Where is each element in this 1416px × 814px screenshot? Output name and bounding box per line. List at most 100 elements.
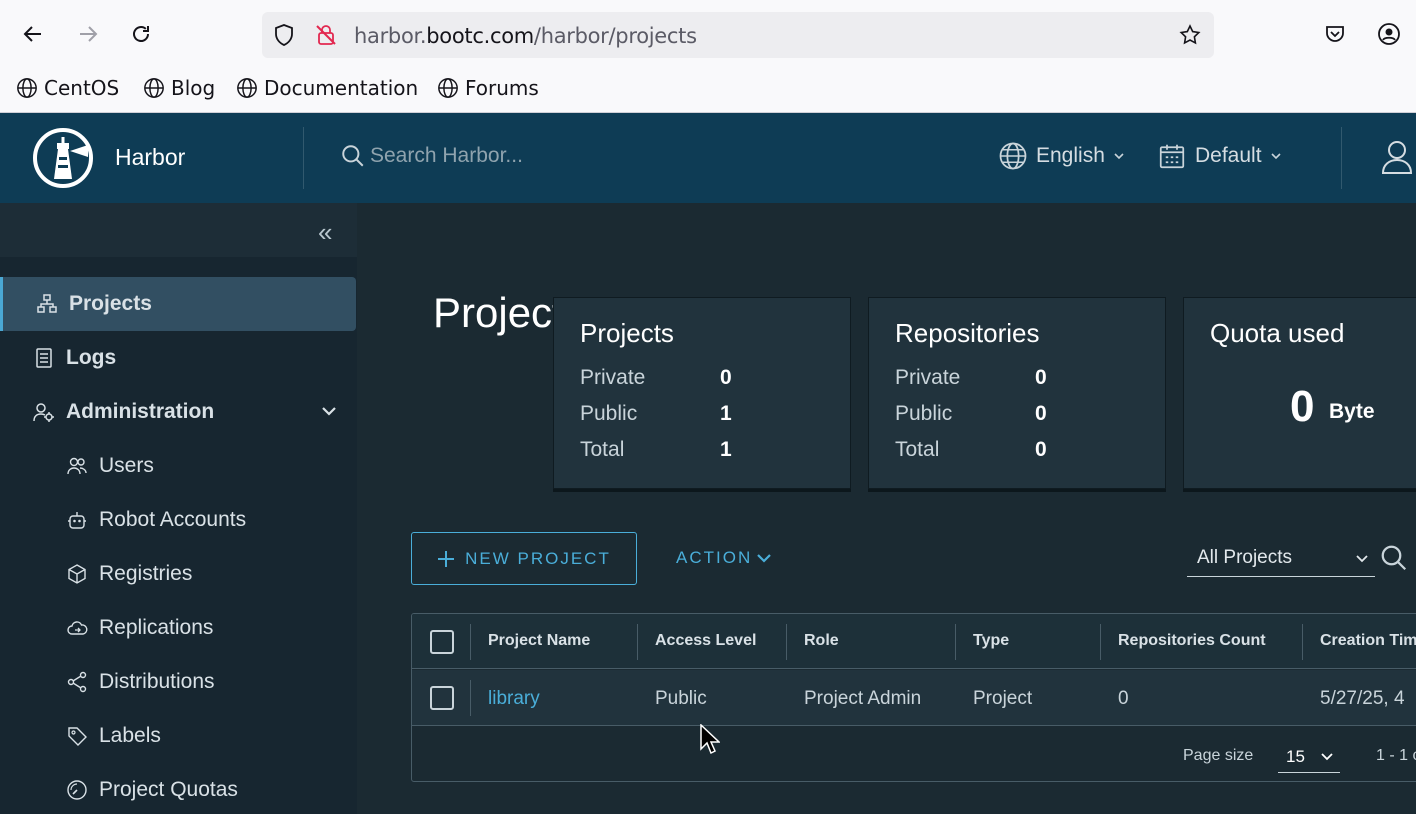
column-header-access-level[interactable]: Access Level — [655, 632, 756, 650]
filter-search-icon[interactable] — [1379, 543, 1409, 573]
card-value: 1 — [720, 438, 732, 461]
language-label: English — [1036, 144, 1105, 167]
sidebar-item-users[interactable]: Users — [0, 439, 357, 493]
bookmark-blog[interactable]: Blog — [143, 76, 215, 100]
tag-icon — [66, 725, 88, 747]
harbor-logo-icon[interactable] — [32, 127, 94, 189]
chevron-down-icon — [1270, 153, 1281, 160]
action-dropdown-button[interactable]: ACTION — [676, 548, 772, 568]
globe-icon — [237, 78, 257, 98]
global-search[interactable] — [340, 143, 670, 169]
sidebar-item-projects[interactable]: Projects — [0, 277, 356, 331]
pocket-icon[interactable] — [1323, 22, 1347, 46]
bookmark-centos[interactable]: CentOS — [16, 76, 119, 100]
card-value: 0 — [1035, 438, 1047, 461]
column-divider — [955, 624, 956, 660]
globe-icon — [999, 142, 1027, 170]
card-title: Quota used — [1210, 318, 1345, 348]
new-project-label: NEW PROJECT — [465, 548, 611, 568]
sidebar-item-label: Registries — [99, 562, 193, 585]
column-header-repositories-count[interactable]: Repositories Count — [1118, 632, 1266, 650]
chevron-down-icon — [1114, 153, 1124, 160]
card-label: Private — [580, 366, 646, 389]
column-header-project-name[interactable]: Project Name — [488, 632, 590, 650]
column-divider — [1100, 624, 1101, 660]
user-icon[interactable] — [1380, 139, 1414, 175]
card-value: 0 — [1035, 366, 1047, 389]
forward-button[interactable] — [72, 18, 104, 50]
globe-icon — [144, 78, 164, 98]
chevron-down-icon — [1356, 555, 1368, 563]
quota-summary-card: Quota used 0 Byte — [1183, 297, 1416, 489]
card-value: 0 — [1035, 402, 1047, 425]
cube-icon — [66, 563, 88, 585]
reload-button[interactable] — [125, 18, 157, 50]
sidebar-item-robot-accounts[interactable]: Robot Accounts — [0, 493, 357, 547]
card-label: Public — [895, 402, 953, 425]
chevron-down-icon — [322, 407, 336, 416]
card-label: Total — [895, 438, 940, 461]
project-filter-select[interactable]: All Projects — [1187, 543, 1375, 577]
plus-icon — [438, 550, 455, 567]
column-divider — [786, 624, 787, 660]
sidebar-item-replications[interactable]: Replications — [0, 601, 357, 655]
reload-icon — [133, 26, 149, 42]
page-size-select[interactable]: 15 — [1278, 741, 1340, 773]
shield-icon — [275, 24, 293, 46]
logs-icon — [33, 347, 55, 369]
back-button[interactable] — [17, 18, 49, 50]
bookmark-forums[interactable]: Forums — [437, 76, 539, 100]
column-header-creation-time[interactable]: Creation Tim — [1320, 632, 1416, 650]
calendar-icon — [1159, 144, 1185, 169]
sidebar-item-label: Distributions — [99, 670, 215, 693]
account-icon[interactable] — [1377, 22, 1401, 46]
sidebar-item-labels[interactable]: Labels — [0, 709, 357, 763]
projects-icon — [36, 293, 58, 315]
sidebar-collapse-button[interactable]: « — [318, 217, 332, 248]
sidebar-item-label: Projects — [69, 292, 152, 315]
table-row[interactable]: library Public Project Admin Project 0 5… — [412, 670, 1416, 726]
globe-icon — [17, 78, 37, 98]
sidebar-item-administration[interactable]: Administration — [0, 385, 357, 439]
sidebar-item-label: Administration — [66, 400, 215, 423]
sidebar-item-label: Robot Accounts — [99, 508, 247, 531]
bookmark-star-icon[interactable] — [1178, 23, 1202, 47]
row-checkbox[interactable] — [430, 686, 454, 710]
column-header-type[interactable]: Type — [973, 632, 1009, 650]
bookmark-label: CentOS — [44, 76, 120, 100]
quota-unit: Byte — [1329, 400, 1375, 423]
language-selector[interactable]: English — [998, 141, 1125, 171]
insecure-lock-icon — [316, 25, 336, 45]
card-value: 1 — [720, 402, 732, 425]
search-icon — [342, 145, 364, 167]
theme-label: Default — [1195, 144, 1262, 167]
select-all-checkbox[interactable] — [430, 630, 454, 654]
users-icon — [66, 455, 88, 477]
sidebar-item-distributions[interactable]: Distributions — [0, 655, 357, 709]
pagination-summary: 1 - 1 c — [1376, 747, 1416, 764]
theme-selector[interactable]: Default — [1157, 141, 1282, 171]
page-size-label: Page size — [1183, 747, 1254, 764]
sidebar-item-logs[interactable]: Logs — [0, 331, 357, 385]
card-title: Repositories — [895, 318, 1040, 348]
column-header-role[interactable]: Role — [804, 632, 839, 650]
sidebar-item-project-quotas[interactable]: Project Quotas — [0, 763, 357, 814]
column-divider — [1302, 624, 1303, 660]
card-title: Projects — [580, 318, 674, 348]
filter-value: All Projects — [1197, 547, 1293, 568]
header-divider — [1341, 127, 1342, 189]
url-bar[interactable]: harbor.bootc.com/harbor/projects — [262, 12, 1214, 58]
projects-summary-card: Projects Private 0 Public 1 Total 1 — [553, 297, 851, 489]
sidebar: « Projects Logs Administration Users Rob… — [0, 203, 357, 814]
repo-count-cell: 0 — [1118, 688, 1129, 709]
app-brand: Harbor — [115, 144, 186, 170]
search-input[interactable] — [370, 144, 670, 168]
bookmark-documentation[interactable]: Documentation — [236, 76, 418, 100]
project-name-link[interactable]: library — [488, 688, 540, 710]
card-value: 0 — [720, 366, 732, 389]
access-level-cell: Public — [655, 688, 707, 709]
sidebar-item-registries[interactable]: Registries — [0, 547, 357, 601]
new-project-button[interactable]: NEW PROJECT — [411, 532, 637, 585]
app-header: Harbor English Default — [0, 113, 1416, 203]
table-header: Project Name Access Level Role Type Repo… — [412, 614, 1416, 669]
